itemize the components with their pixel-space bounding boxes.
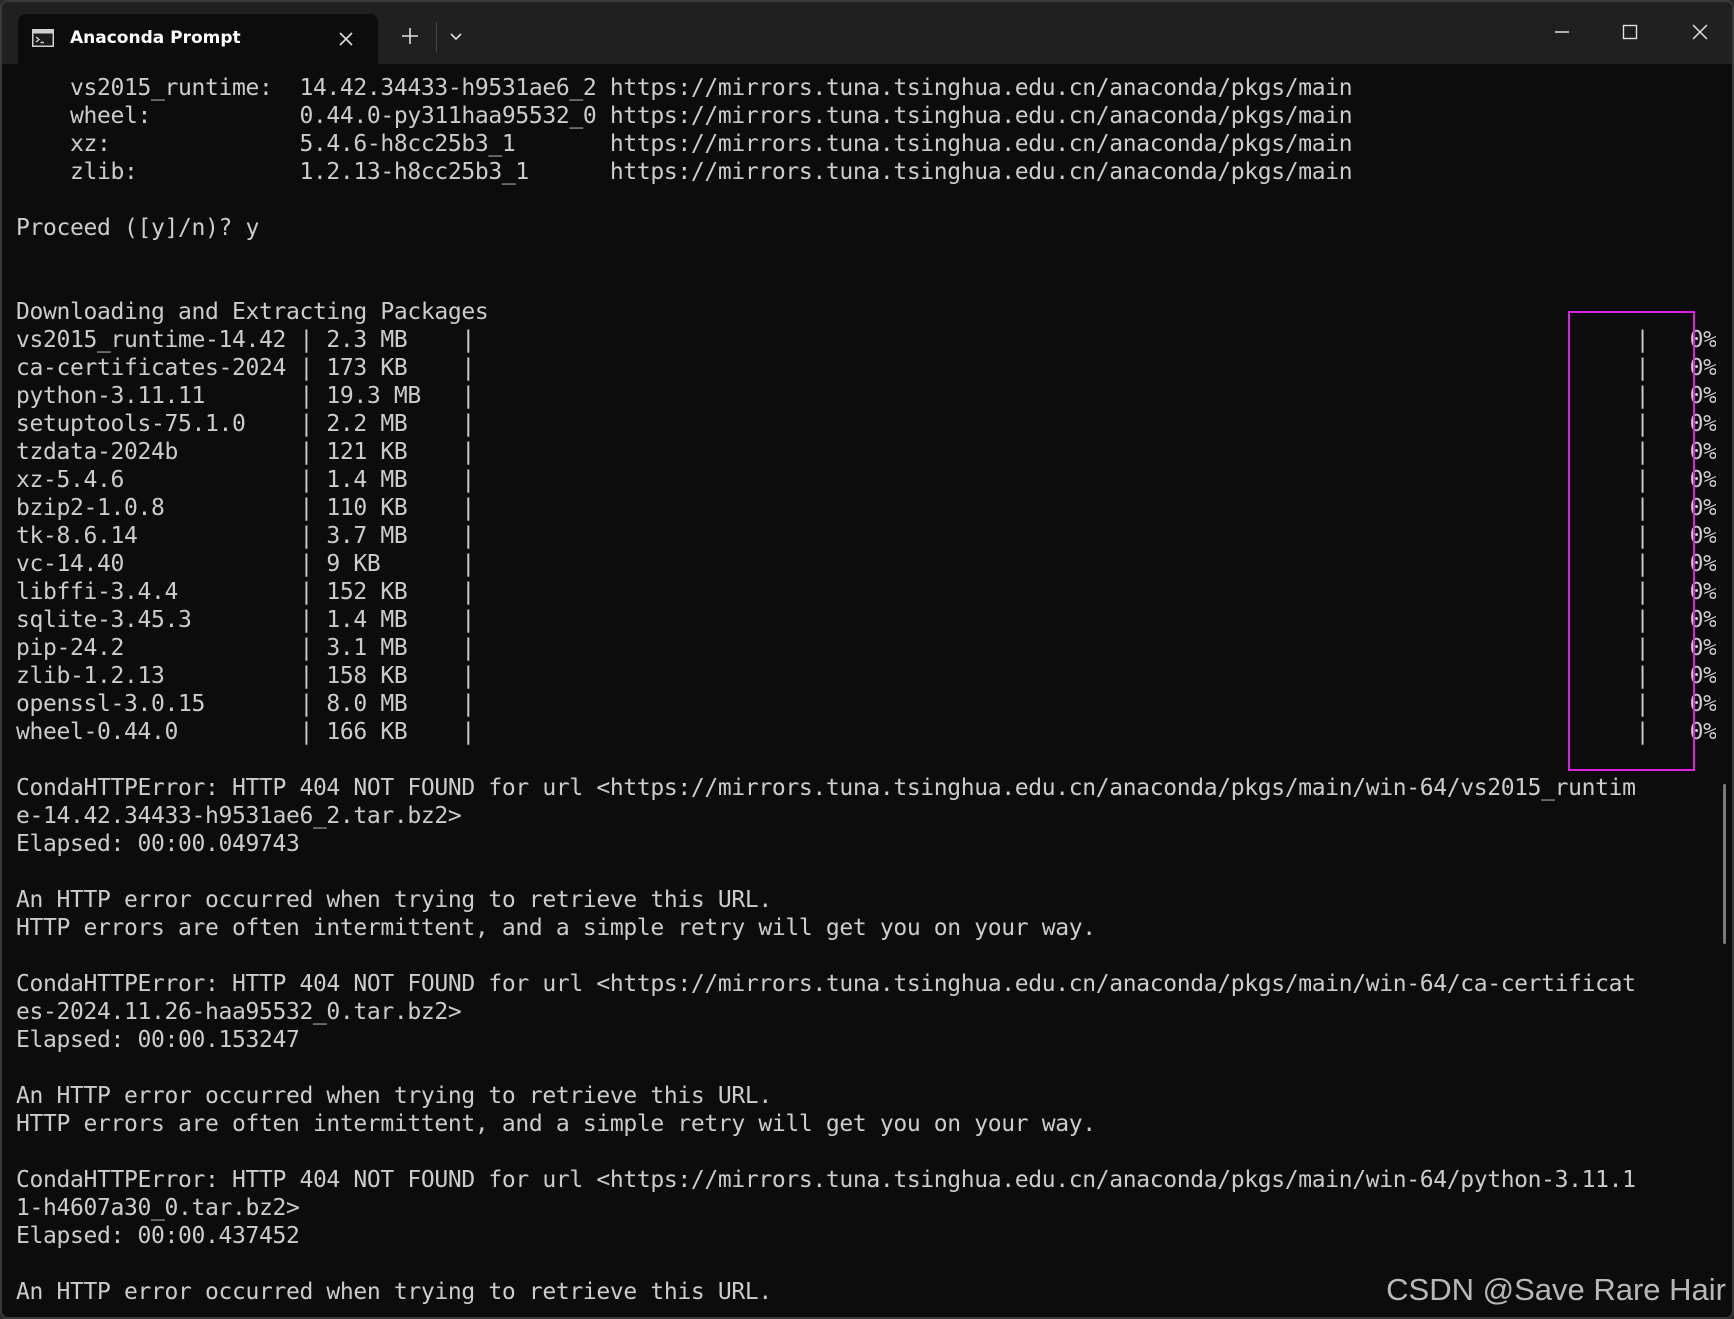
terminal-line: ca-certificates-2024 | 173 KB | | 0% [16,355,1716,381]
terminal-line: HTTP errors are often intermittent, and … [16,915,1096,941]
tab-divider [436,22,437,52]
terminal-line: pip-24.2 | 3.1 MB | | 0% [16,635,1716,661]
terminal-line: vs2015_runtime: 14.42.34433-h9531ae6_2 h… [16,75,1353,101]
terminal-line: e-14.42.34433-h9531ae6_2.tar.bz2> [16,803,462,829]
terminal-line: setuptools-75.1.0 | 2.2 MB | | 0% [16,411,1716,437]
close-icon[interactable] [334,27,358,51]
tab-title: Anaconda Prompt [70,28,241,48]
terminal-line: xz-5.4.6 | 1.4 MB | | 0% [16,467,1716,493]
terminal-line: es-2024.11.26-haa95532_0.tar.bz2> [16,999,462,1025]
terminal-line: Elapsed: 00:00.049743 [16,831,300,857]
terminal-line: Proceed ([y]/n)? y [16,215,259,241]
minimize-icon[interactable] [1544,14,1580,50]
terminal-line: Elapsed: 00:00.153247 [16,1027,300,1053]
terminal-line: vc-14.40 | 9 KB | | 0% [16,551,1716,577]
terminal-line: CondaHTTPError: HTTP 404 NOT FOUND for u… [16,775,1636,801]
terminal-line: zlib-1.2.13 | 158 KB | | 0% [16,663,1716,689]
terminal-line: An HTTP error occurred when trying to re… [16,1083,772,1109]
terminal-line: zlib: 1.2.13-h8cc25b3_1 https://mirrors.… [16,159,1353,185]
plus-icon[interactable] [398,24,422,48]
terminal-line: xz: 5.4.6-h8cc25b3_1 https://mirrors.tun… [16,131,1353,157]
maximize-icon[interactable] [1612,14,1648,50]
terminal-line: wheel: 0.44.0-py311haa95532_0 https://mi… [16,103,1353,129]
terminal-window: Anaconda Prompt vs2015_runtime: 14.42.34… [0,0,1734,1319]
terminal-line: Downloading and Extracting Packages [16,299,489,325]
terminal-line: CondaHTTPError: HTTP 404 NOT FOUND for u… [16,1167,1636,1193]
scrollbar[interactable] [1723,784,1726,944]
terminal-line: vs2015_runtime-14.42 | 2.3 MB | | 0% [16,327,1716,353]
chevron-down-icon[interactable] [444,24,468,48]
terminal-line: 1-h4607a30_0.tar.bz2> [16,1195,300,1221]
terminal-line: openssl-3.0.15 | 8.0 MB | | 0% [16,691,1716,717]
terminal-line: wheel-0.44.0 | 166 KB | | 0% [16,719,1716,745]
terminal-line: tk-8.6.14 | 3.7 MB | | 0% [16,523,1716,549]
terminal-icon [32,29,54,47]
terminal-line: An HTTP error occurred when trying to re… [16,887,772,913]
close-icon[interactable] [1682,14,1718,50]
terminal-line: CondaHTTPError: HTTP 404 NOT FOUND for u… [16,971,1636,997]
terminal-line: sqlite-3.45.3 | 1.4 MB | | 0% [16,607,1716,633]
terminal-line: bzip2-1.0.8 | 110 KB | | 0% [16,495,1716,521]
terminal-line: python-3.11.11 | 19.3 MB | | 0% [16,383,1716,409]
title-bar[interactable]: Anaconda Prompt [2,2,1732,64]
watermark: CSDN @Save Rare Hair [1386,1272,1726,1307]
terminal-line: tzdata-2024b | 121 KB | | 0% [16,439,1716,465]
terminal-line: libffi-3.4.4 | 152 KB | | 0% [16,579,1716,605]
terminal-output[interactable]: vs2015_runtime: 14.42.34433-h9531ae6_2 h… [16,74,1716,1317]
terminal-line: Elapsed: 00:00.437452 [16,1223,300,1249]
tab-anaconda-prompt[interactable]: Anaconda Prompt [18,14,378,64]
terminal-line: HTTP errors are often intermittent, and … [16,1111,1096,1137]
